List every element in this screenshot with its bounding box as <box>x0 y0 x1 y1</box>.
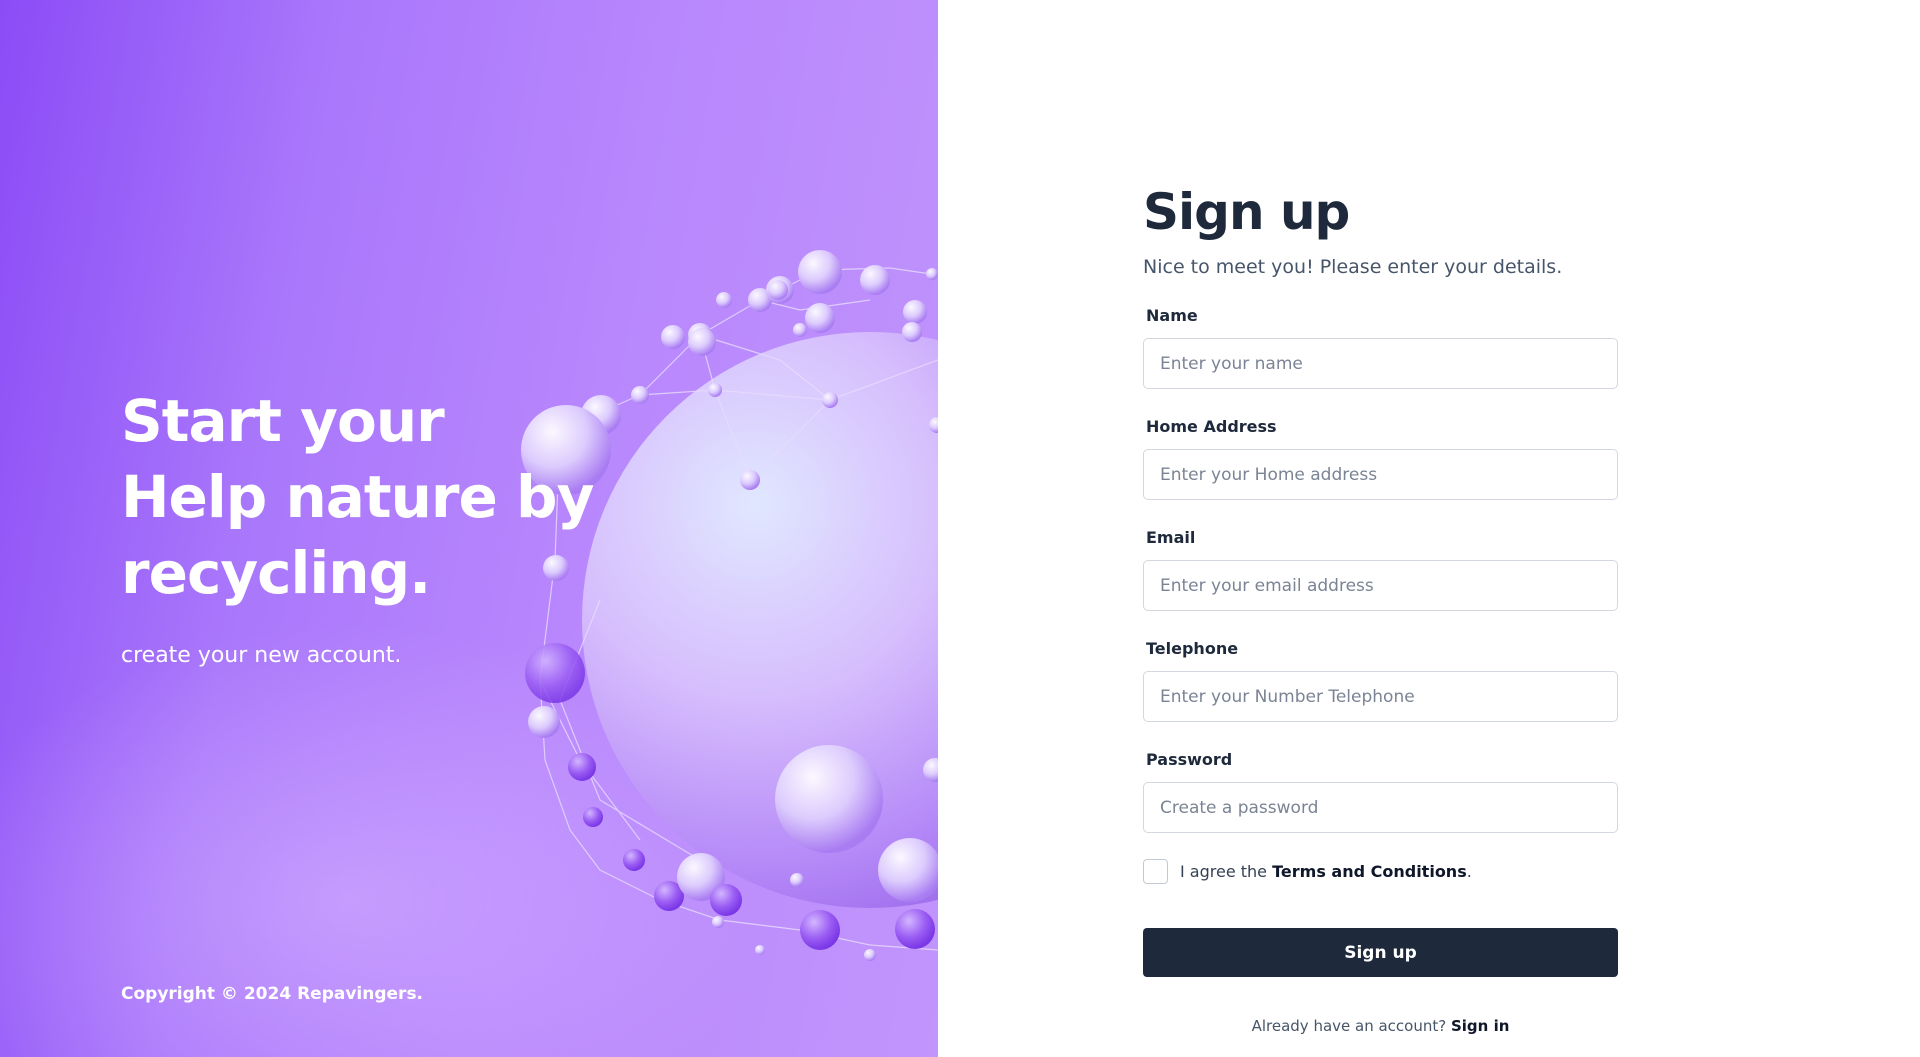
sign-in-link[interactable]: Sign in <box>1451 1017 1509 1035</box>
address-field-group: Home Address <box>1143 417 1618 500</box>
email-field-group: Email <box>1143 528 1618 611</box>
sign-in-question: Already have an account? <box>1251 1017 1451 1035</box>
home-address-label: Home Address <box>1146 417 1277 436</box>
form-fields: Name Home Address Email Telephone Passwo… <box>1143 306 1618 833</box>
password-input[interactable] <box>1143 782 1618 833</box>
terms-agreement: I agree the Terms and Conditions. <box>1143 858 1618 884</box>
email-label: Email <box>1146 528 1196 547</box>
email-input[interactable] <box>1143 560 1618 611</box>
terms-checkbox[interactable] <box>1143 858 1168 884</box>
hero-panel: Start your Help nature by recycling. cre… <box>0 0 938 1057</box>
home-address-input[interactable] <box>1143 449 1618 500</box>
hero-subtitle: create your new account. <box>121 643 402 668</box>
sign-in-prompt: Already have an account? Sign in <box>1143 1017 1618 1035</box>
copyright-text: Copyright © 2024 Repavingers. <box>121 984 424 1004</box>
name-field-group: Name <box>1143 306 1618 389</box>
sign-up-button[interactable]: Sign up <box>1143 928 1618 977</box>
name-label: Name <box>1146 306 1198 325</box>
hero-title: Start your Help nature by recycling. <box>121 383 661 611</box>
terms-prefix: I agree the <box>1180 861 1273 881</box>
telephone-input[interactable] <box>1143 671 1618 722</box>
password-label: Password <box>1146 750 1233 769</box>
terms-link[interactable]: Terms and Conditions <box>1272 862 1467 881</box>
telephone-field-group: Telephone <box>1143 639 1618 722</box>
page-subtitle: Nice to meet you! Please enter your deta… <box>1143 256 1563 278</box>
page-title: Sign up <box>1143 183 1350 241</box>
hero-title-line: Start your <box>121 387 445 455</box>
password-field-group: Password <box>1143 750 1618 833</box>
signup-form: Sign up Nice to meet you! Please enter y… <box>1143 180 1618 1035</box>
telephone-label: Telephone <box>1146 639 1239 658</box>
name-input[interactable] <box>1143 338 1618 389</box>
hero-title-line: Help nature by <box>121 463 594 531</box>
terms-suffix: . <box>1466 861 1472 881</box>
hero-title-line: recycling. <box>121 539 431 607</box>
terms-text: I agree the Terms and Conditions. <box>1180 862 1472 881</box>
